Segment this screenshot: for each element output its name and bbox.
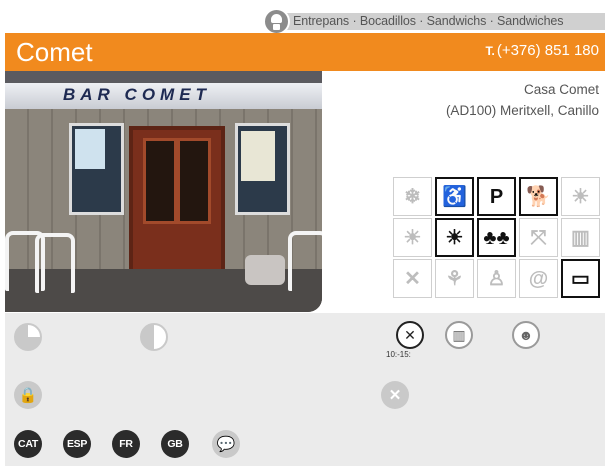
entrance-door (129, 126, 225, 276)
venue-header: Comet T. (+376) 851 180 (5, 33, 605, 71)
language-cat-label: CAT (18, 438, 38, 450)
sun-terrace-icon-glyph: ☀ (571, 185, 590, 208)
chef-hat-icon (263, 8, 290, 35)
lock-icon[interactable]: 🔒 (14, 381, 42, 409)
sunny-terrace-icon: ☀ (435, 218, 474, 257)
chef-icon: ♙ (477, 259, 516, 298)
snowflake-icon: ❄ (393, 177, 432, 216)
wheelchair-icon-glyph: ♿ (442, 185, 467, 208)
phone-value: (+376) 851 180 (496, 42, 599, 59)
expand-icon-glyph: ⤧ (530, 226, 547, 249)
language-esp-label: ESP (66, 438, 88, 450)
menu-icon[interactable]: ▥ (445, 321, 473, 349)
forest-icon: ♣♣ (477, 218, 516, 257)
planter (245, 255, 285, 285)
venue-photo: BAR COMET (5, 71, 322, 312)
cutlery-icon-glyph: ✕ (404, 267, 421, 290)
address-line-1: Casa Comet (523, 82, 599, 97)
forest-icon-glyph: ♣♣ (483, 226, 510, 249)
service-hours: 10:-15: (386, 350, 411, 359)
poster-left (75, 129, 105, 169)
restaurant-service-icon[interactable]: ✕ (396, 321, 424, 349)
sunny-terrace-icon-glyph: ☀ (445, 226, 464, 249)
language-cat-button[interactable]: CAT (14, 430, 42, 458)
email-icon-glyph: @ (528, 267, 549, 290)
menu-icon: ▥ (561, 218, 600, 257)
chef-icon-glyph: ♙ (487, 267, 506, 290)
wheelchair-icon: ♿ (435, 177, 474, 216)
pets-icon-glyph: 🐕 (526, 185, 551, 208)
language-fr-label: FR (119, 438, 133, 450)
language-gb-button[interactable]: GB (161, 430, 189, 458)
bar-sign: BAR COMET (5, 83, 322, 109)
credit-card-icon: ▭ (561, 259, 600, 298)
opening-hours-afternoon-icon (140, 323, 168, 351)
language-gb-label: GB (167, 438, 183, 450)
menu-icon-glyph: ▥ (571, 226, 590, 249)
parking-icon-glyph: P (489, 185, 504, 208)
poster-right (241, 131, 275, 181)
language-fr-button[interactable]: FR (112, 430, 140, 458)
category-text: Entrepans · Bocadillos · Sandwichs · San… (293, 14, 564, 28)
category-bar: Entrepans · Bocadillos · Sandwichs · San… (285, 13, 605, 30)
parking-icon: P (477, 177, 516, 216)
bar-sign-text: BAR COMET (63, 85, 211, 104)
expand-icon: ⤧ (519, 218, 558, 257)
category-strip: Entrepans · Bocadillos · Sandwichs · San… (263, 8, 605, 35)
sun-icon: ☀ (393, 218, 432, 257)
sun-icon-glyph: ☀ (403, 226, 422, 249)
address-block: Casa Comet (AD100) Meritxell, Canillo (446, 79, 599, 121)
no-gluten-icon-glyph: ⚘ (445, 267, 464, 290)
no-gluten-icon: ⚘ (435, 259, 474, 298)
close-icon[interactable]: ✕ (381, 381, 409, 409)
email-icon: @ (519, 259, 558, 298)
group-icon[interactable]: ☻ (512, 321, 540, 349)
phone-prefix: T. (485, 44, 495, 58)
chat-bubble-icon[interactable]: 💬 (212, 430, 240, 458)
cutlery-icon: ✕ (393, 259, 432, 298)
chair (288, 231, 322, 291)
chair (35, 233, 75, 293)
credit-card-icon-glyph: ▭ (571, 267, 590, 290)
sun-terrace-icon: ☀ (561, 177, 600, 216)
address-line-2: (AD100) Meritxell, Canillo (445, 103, 599, 118)
phone-number[interactable]: T. (+376) 851 180 (485, 42, 599, 59)
language-esp-button[interactable]: ESP (63, 430, 91, 458)
pets-icon: 🐕 (519, 177, 558, 216)
opening-hours-morning-icon (14, 323, 42, 351)
venue-title: Comet (16, 37, 93, 67)
snowflake-icon-glyph: ❄ (404, 185, 421, 208)
